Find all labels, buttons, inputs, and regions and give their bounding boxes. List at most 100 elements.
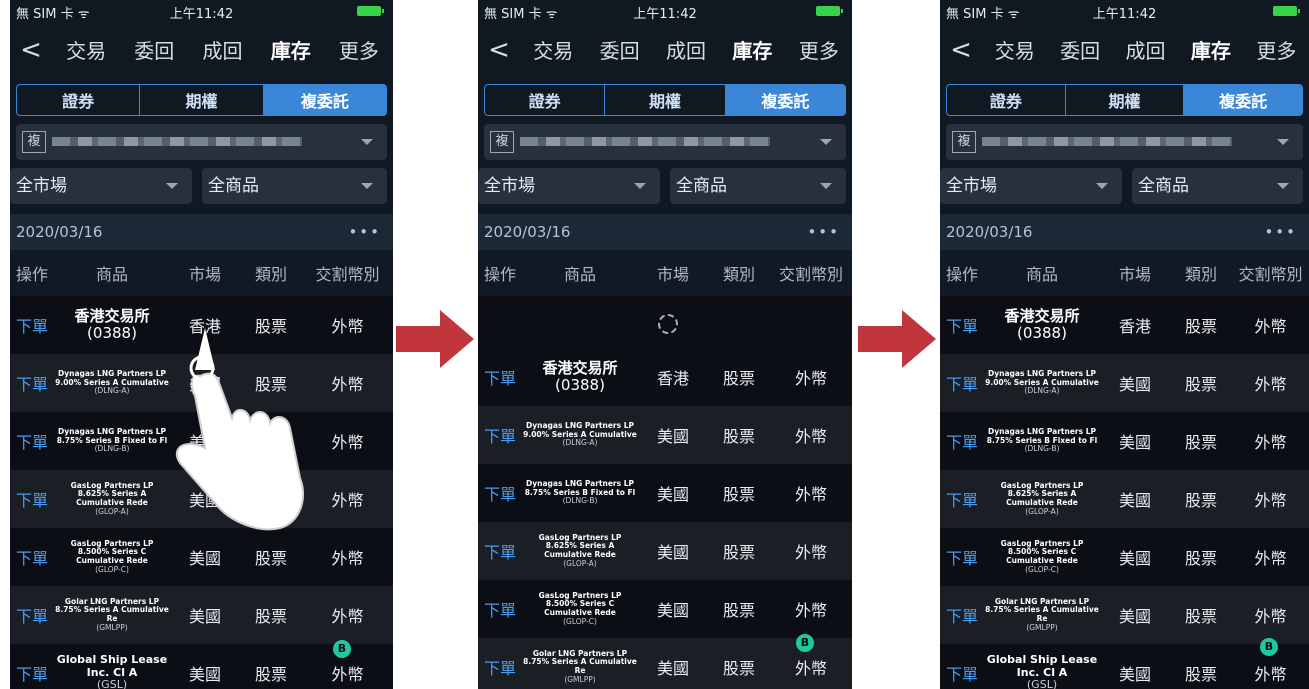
currency-cell: 外幣 bbox=[1254, 549, 1287, 568]
market-segment: 證券 期權 複委託 bbox=[946, 84, 1303, 116]
chevron-down-icon bbox=[1096, 183, 1108, 189]
table-row[interactable]: 下單 Global Ship Lease Inc. Cl A (GSL) 美國 股… bbox=[940, 644, 1309, 689]
table-row[interactable]: 下單 Dynagas LNG Partners LP 9.00% Series … bbox=[478, 406, 852, 464]
market-filter[interactable]: 全市場 bbox=[10, 168, 192, 204]
order-link[interactable]: 下單 bbox=[10, 429, 54, 453]
header-currency: 交割幣別 bbox=[778, 265, 843, 284]
product-filter[interactable]: 全商品 bbox=[670, 168, 846, 204]
loading-spinner-icon bbox=[658, 314, 678, 334]
order-link[interactable]: 下單 bbox=[940, 313, 984, 337]
order-link[interactable]: 下單 bbox=[10, 545, 54, 569]
chat-bubble-icon[interactable]: B bbox=[333, 640, 351, 658]
type-cell: 股票 bbox=[1184, 607, 1217, 626]
account-type-tag: 複 bbox=[952, 131, 976, 153]
order-link[interactable]: 下單 bbox=[478, 655, 522, 679]
table-row[interactable]: 下單 GasLog Partners LP 8.625% Series A Cu… bbox=[940, 470, 1309, 528]
order-link[interactable]: 下單 bbox=[940, 487, 984, 511]
tab-securities[interactable]: 證券 bbox=[485, 85, 606, 115]
chat-bubble-icon[interactable]: B bbox=[796, 634, 814, 652]
account-type-tag: 複 bbox=[22, 131, 46, 153]
order-link[interactable]: 下單 bbox=[478, 423, 522, 447]
nav-inventory[interactable]: 庫存 bbox=[1178, 35, 1243, 64]
order-link[interactable]: 下單 bbox=[10, 487, 54, 511]
table-row[interactable]: 下單 香港交易所 (0388) 香港 股票 外幣 bbox=[478, 348, 852, 406]
tab-sub-brokerage[interactable]: 複委託 bbox=[263, 85, 386, 115]
header-market: 市場 bbox=[656, 265, 689, 284]
order-link[interactable]: 下單 bbox=[940, 545, 984, 569]
account-select[interactable]: 複 bbox=[484, 124, 846, 160]
type-cell: 股票 bbox=[722, 601, 755, 620]
type-cell: 股票 bbox=[1184, 549, 1217, 568]
order-link[interactable]: 下單 bbox=[478, 365, 522, 389]
product-filter[interactable]: 全商品 bbox=[202, 168, 387, 204]
order-link[interactable]: 下單 bbox=[10, 603, 54, 627]
nav-more[interactable]: 更多 bbox=[1244, 35, 1309, 64]
product-name: GasLog Partners LP 8.625% Series A Cumul… bbox=[1000, 480, 1084, 516]
table-row[interactable]: 下單 GasLog Partners LP 8.500% Series C Cu… bbox=[478, 580, 852, 638]
table-row[interactable]: 下單 Dynagas LNG Partners LP 9.00% Series … bbox=[940, 354, 1309, 412]
back-button[interactable]: < bbox=[478, 35, 520, 65]
market-filter[interactable]: 全市場 bbox=[940, 168, 1122, 204]
status-bar: 無 SIM 卡 ᯤ 上午11:42 bbox=[478, 0, 852, 22]
nav-more[interactable]: 更多 bbox=[325, 35, 393, 64]
product-name: Dynagas LNG Partners LP 9.00% Series A C… bbox=[55, 369, 169, 396]
header-product: 商品 bbox=[1025, 265, 1058, 284]
nav-inventory[interactable]: 庫存 bbox=[257, 35, 325, 64]
tab-sub-brokerage[interactable]: 複委託 bbox=[1184, 85, 1302, 115]
nav-inventory[interactable]: 庫存 bbox=[719, 35, 785, 64]
market-filter-label: 全市場 bbox=[484, 176, 535, 196]
table-row[interactable]: 下單 Dynagas LNG Partners LP 8.75% Series … bbox=[478, 464, 852, 522]
table-row[interactable]: 下單 Golar LNG Partners LP 8.75% Series A … bbox=[10, 586, 393, 644]
order-link[interactable]: 下單 bbox=[940, 429, 984, 453]
nav-more[interactable]: 更多 bbox=[786, 35, 852, 64]
tab-securities[interactable]: 證券 bbox=[17, 85, 141, 115]
nav-orders[interactable]: 委回 bbox=[120, 35, 188, 64]
order-link[interactable]: 下單 bbox=[940, 661, 984, 685]
currency-cell: 外幣 bbox=[331, 491, 364, 510]
market-segment: 證券 期權 複委託 bbox=[16, 84, 387, 116]
more-options-icon[interactable]: ••• bbox=[807, 214, 840, 250]
tab-options[interactable]: 期權 bbox=[140, 85, 264, 115]
header-market: 市場 bbox=[1118, 265, 1151, 284]
nav-orders[interactable]: 委回 bbox=[1047, 35, 1112, 64]
nav-trade[interactable]: 交易 bbox=[52, 35, 120, 64]
account-select[interactable]: 複 bbox=[946, 124, 1303, 160]
type-cell: 股票 bbox=[254, 607, 287, 626]
order-link[interactable]: 下單 bbox=[940, 371, 984, 395]
account-select[interactable]: 複 bbox=[16, 124, 387, 160]
order-link[interactable]: 下單 bbox=[940, 603, 984, 627]
more-options-icon[interactable]: ••• bbox=[348, 214, 381, 250]
nav-orders[interactable]: 委回 bbox=[586, 35, 652, 64]
table-row[interactable]: 下單 香港交易所 (0388) 香港 股票 外幣 bbox=[940, 296, 1309, 354]
order-link[interactable]: 下單 bbox=[10, 371, 54, 395]
order-link[interactable]: 下單 bbox=[10, 313, 54, 337]
back-button[interactable]: < bbox=[940, 35, 982, 65]
back-button[interactable]: < bbox=[10, 35, 52, 65]
order-link[interactable]: 下單 bbox=[478, 597, 522, 621]
tab-sub-brokerage[interactable]: 複委託 bbox=[725, 85, 845, 115]
nav-trade[interactable]: 交易 bbox=[520, 35, 586, 64]
nav-fills[interactable]: 成回 bbox=[188, 35, 256, 64]
chevron-down-icon bbox=[361, 183, 373, 189]
nav-trade[interactable]: 交易 bbox=[982, 35, 1047, 64]
table-row[interactable]: 下單 Golar LNG Partners LP 8.75% Series A … bbox=[940, 586, 1309, 644]
nav-fills[interactable]: 成回 bbox=[1113, 35, 1178, 64]
tab-options[interactable]: 期權 bbox=[605, 85, 726, 115]
table-row[interactable]: 下單 GasLog Partners LP 8.500% Series C Cu… bbox=[940, 528, 1309, 586]
order-link[interactable]: 下單 bbox=[478, 539, 522, 563]
order-link[interactable]: 下單 bbox=[478, 481, 522, 505]
table-row[interactable]: 下單 Dynagas LNG Partners LP 8.75% Series … bbox=[940, 412, 1309, 470]
product-filter[interactable]: 全商品 bbox=[1132, 168, 1303, 204]
more-options-icon[interactable]: ••• bbox=[1264, 214, 1297, 250]
header-product: 商品 bbox=[563, 265, 596, 284]
product-name: Golar LNG Partners LP 8.75% Series A Cum… bbox=[55, 596, 169, 632]
table-row[interactable]: 下單 GasLog Partners LP 8.625% Series A Cu… bbox=[478, 522, 852, 580]
holdings-list[interactable]: 下單 香港交易所 (0388) 香港 股票 外幣 下單 Dynagas LNG P… bbox=[940, 296, 1309, 689]
nav-fills[interactable]: 成回 bbox=[653, 35, 719, 64]
tab-securities[interactable]: 證券 bbox=[947, 85, 1066, 115]
market-filter[interactable]: 全市場 bbox=[478, 168, 660, 204]
tab-options[interactable]: 期權 bbox=[1066, 85, 1185, 115]
order-link[interactable]: 下單 bbox=[10, 661, 54, 685]
holdings-list[interactable]: 下單 香港交易所 (0388) 香港 股票 外幣 下單 Dynagas LNG P… bbox=[478, 296, 852, 689]
chat-bubble-icon[interactable]: B bbox=[1260, 638, 1278, 656]
